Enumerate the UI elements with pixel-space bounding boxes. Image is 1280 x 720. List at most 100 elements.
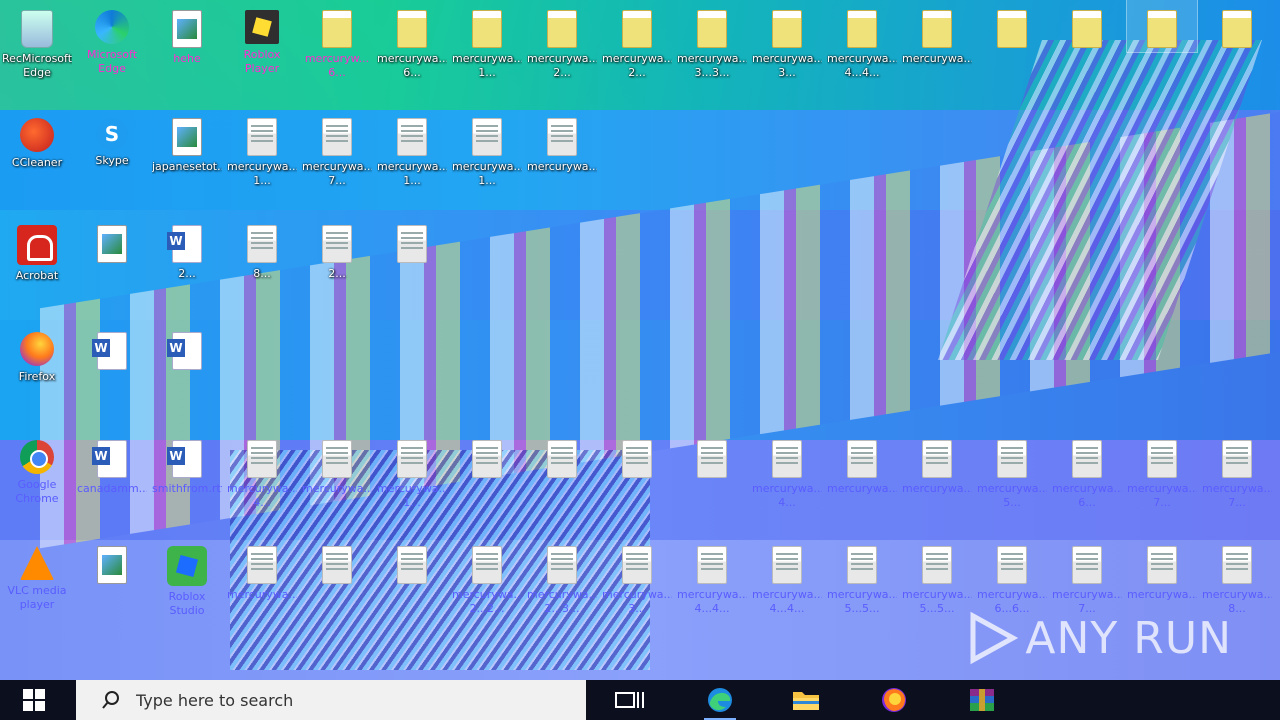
- desktop-icon-mercurywa-r5-4[interactable]: [452, 430, 522, 482]
- desktop-icon-ccleaner[interactable]: CCleaner: [2, 108, 72, 170]
- edge-taskbar-button[interactable]: [690, 680, 750, 720]
- icon-label: mercurywa...: [902, 588, 972, 601]
- desktop-icon-mercurywa-r5-12[interactable]: mercurywa... 6...: [1052, 430, 1122, 510]
- icon-label-line2: 7...: [1153, 496, 1171, 509]
- desktop-icon-mercurywa-5[interactable]: mercurywa... 2...: [602, 0, 672, 80]
- desktop-icon-mercurywa-10[interactable]: [977, 0, 1047, 52]
- desktop[interactable]: RecMicrosoft Edge Microsoft Edge hehe Roblox P…: [0, 0, 1280, 680]
- icon-label-line2: Player: [244, 62, 280, 75]
- desktop-icon-file-r3-2[interactable]: 8...: [227, 215, 297, 281]
- desktop-icon-word-r4-1[interactable]: [77, 322, 147, 374]
- desktop-icon-mercurywa-r5-7[interactable]: [677, 430, 747, 482]
- desktop-icon-mercurywa-1[interactable]: mercuryw... 6...: [302, 0, 372, 80]
- desktop-icon-mercurywa-r5-11[interactable]: mercurywa... 5...: [977, 430, 1047, 510]
- search-input[interactable]: [134, 689, 558, 711]
- icon-label: mercurywa...: [977, 482, 1047, 495]
- desktop-icon-mercurywa-r2-4[interactable]: mercurywa... 1...: [452, 108, 522, 188]
- desktop-icon-mercurywa-4[interactable]: mercurywa... 2...: [527, 0, 597, 80]
- desktop-icon-mercurywa-r5-2[interactable]: mercurywa...: [302, 430, 372, 496]
- doc-icon: [1222, 440, 1252, 478]
- desktop-icon-roblox-player[interactable]: Roblox Player: [227, 0, 297, 76]
- desktop-icon-file-r6-1[interactable]: [77, 536, 147, 588]
- desktop-icon-vlc-player[interactable]: VLC media player: [2, 536, 72, 612]
- icon-label: RecMicrosoft: [2, 52, 72, 65]
- desktop-icon-mercurywa-r2-1[interactable]: mercurywa... 1...: [227, 108, 297, 188]
- desktop-icon-mercurywa-r5-1[interactable]: mercurywa... 4...: [227, 430, 297, 510]
- desktop-icon-mercurywa-6[interactable]: mercurywa... 3...3...: [677, 0, 747, 80]
- ydoc-icon: [322, 10, 352, 48]
- desktop-icon-word-r3-1[interactable]: 2...: [152, 215, 222, 281]
- desktop-icon-mercurywa-7[interactable]: mercurywa... 3...: [752, 0, 822, 80]
- desktop-icon-mercurywa-r6-10[interactable]: mercurywa... 5...5...: [902, 536, 972, 616]
- desktop-icon-mercurywa-r5-14[interactable]: mercurywa... 7...: [1202, 430, 1272, 510]
- icon-label: mercurywa...: [827, 588, 897, 601]
- desktop-icon-word-r4-2[interactable]: [152, 322, 222, 374]
- desktop-icon-acrobat[interactable]: Acrobat: [2, 215, 72, 283]
- winrar-taskbar-button[interactable]: [952, 680, 1012, 720]
- skype-icon: S: [96, 118, 128, 150]
- desktop-icon-mercurywa-r5-10[interactable]: mercurywa...: [902, 430, 972, 496]
- desktop-icon-mercurywa-9[interactable]: mercurywa...: [902, 0, 972, 66]
- icon-label: canadamm...: [77, 482, 147, 495]
- desktop-icon-recycle-bin[interactable]: RecMicrosoft Edge: [2, 0, 72, 80]
- desktop-icon-microsoft-edge[interactable]: Microsoft Edge: [77, 0, 147, 76]
- firefox-icon: [882, 688, 906, 712]
- icon-label-line2: 4...4...: [844, 66, 880, 79]
- desktop-icon-mercurywa-r5-13[interactable]: mercurywa... 7...: [1127, 430, 1197, 510]
- desktop-icon-mercurywa-r6-14[interactable]: mercurywa... 8...: [1202, 536, 1272, 616]
- icon-label: mercurywa...: [227, 588, 297, 601]
- desktop-icon-mercurywa-11[interactable]: [1052, 0, 1122, 52]
- desktop-icon-mercurywa-2[interactable]: mercurywa... 6...: [377, 0, 447, 80]
- firefox-taskbar-button[interactable]: [864, 680, 924, 720]
- icon-label: mercurywa...: [1202, 482, 1272, 495]
- desktop-icon-mercurywa-r6-8[interactable]: mercurywa... 4...4...: [752, 536, 822, 616]
- file-explorer-taskbar-button[interactable]: [776, 680, 836, 720]
- desktop-icon-mercurywa-r6-13[interactable]: mercurywa...: [1127, 536, 1197, 602]
- desktop-icon-mercurywa-r6-2[interactable]: [302, 536, 372, 588]
- desktop-icon-mercurywa-r2-2[interactable]: mercurywa... 7...: [302, 108, 372, 188]
- desktop-icon-google-chrome[interactable]: Google Chrome: [2, 430, 72, 506]
- start-button[interactable]: [0, 680, 68, 720]
- desktop-icon-mercurywa-r6-7[interactable]: mercurywa... 4...4...: [677, 536, 747, 616]
- desktop-icon-mercurywa-12[interactable]: [1126, 0, 1198, 53]
- desktop-icon-mercurywa-r6-4[interactable]: mercurywa... 2...2...: [452, 536, 522, 616]
- desktop-icon-skype[interactable]: S Skype: [77, 108, 147, 168]
- desktop-icon-firefox[interactable]: Firefox: [2, 322, 72, 384]
- desktop-icon-mercurywa-r2-3[interactable]: mercurywa... 1...: [377, 108, 447, 188]
- desktop-icon-mercurywa-r5-3[interactable]: mercurywa... 1...: [377, 430, 447, 510]
- icon-label-line2: 1...: [478, 66, 496, 79]
- desktop-icon-file-r3-1[interactable]: [77, 215, 147, 267]
- desktop-icon-mercurywa-r6-3[interactable]: [377, 536, 447, 588]
- desktop-icon-file-r3-4[interactable]: [377, 215, 447, 267]
- desktop-icon-hehe[interactable]: hehe: [152, 0, 222, 66]
- desktop-icon-mercurywa-13[interactable]: [1202, 0, 1272, 52]
- desktop-icon-mercurywa-r6-5[interactable]: mercurywa... 2...3...: [527, 536, 597, 616]
- desktop-icon-mercurywa-r5-6[interactable]: [602, 430, 672, 482]
- desktop-icon-smithfrom[interactable]: smithfrom.rtf: [152, 430, 222, 496]
- taskbar: [0, 680, 1280, 720]
- icon-label-line2: 2...3...: [544, 602, 580, 615]
- taskbar-search-box[interactable]: [76, 680, 586, 720]
- desktop-icon-japanesetot[interactable]: japanesetot...: [152, 108, 222, 174]
- desktop-icon-file-r3-3[interactable]: 2...: [302, 215, 372, 281]
- desktop-icon-mercurywa-8[interactable]: mercurywa... 4...4...: [827, 0, 897, 80]
- desktop-icon-mercurywa-r6-9[interactable]: mercurywa... 5...5...: [827, 536, 897, 616]
- icon-label-line2: 2...: [178, 267, 196, 280]
- desktop-icon-roblox-studio[interactable]: Roblox Studio: [152, 536, 222, 618]
- desktop-icon-mercurywa-r5-9[interactable]: mercurywa...: [827, 430, 897, 496]
- desktop-icon-mercurywa-r2-5[interactable]: mercurywa...: [527, 108, 597, 174]
- icon-label-line2: 1...: [478, 174, 496, 187]
- doc-icon: [622, 546, 652, 584]
- doc-icon: [1147, 546, 1177, 584]
- desktop-icon-mercurywa-r6-11[interactable]: mercurywa... 6...6...: [977, 536, 1047, 616]
- desktop-icon-mercurywa-r6-1[interactable]: mercurywa...: [227, 536, 297, 602]
- icon-label: smithfrom.rtf: [152, 482, 222, 495]
- task-view-button[interactable]: [600, 680, 660, 720]
- desktop-icon-mercurywa-3[interactable]: mercurywa... 1...: [452, 0, 522, 80]
- desktop-icon-canadamm[interactable]: canadamm...: [77, 430, 147, 496]
- desktop-icon-mercurywa-r6-12[interactable]: mercurywa... 7...: [1052, 536, 1122, 616]
- desktop-icon-mercurywa-r6-6[interactable]: mercurywa... 3...: [602, 536, 672, 616]
- desktop-icon-mercurywa-r5-5[interactable]: [527, 430, 597, 482]
- img-icon: [172, 10, 202, 48]
- desktop-icon-mercurywa-r5-8[interactable]: mercurywa... 4...: [752, 430, 822, 510]
